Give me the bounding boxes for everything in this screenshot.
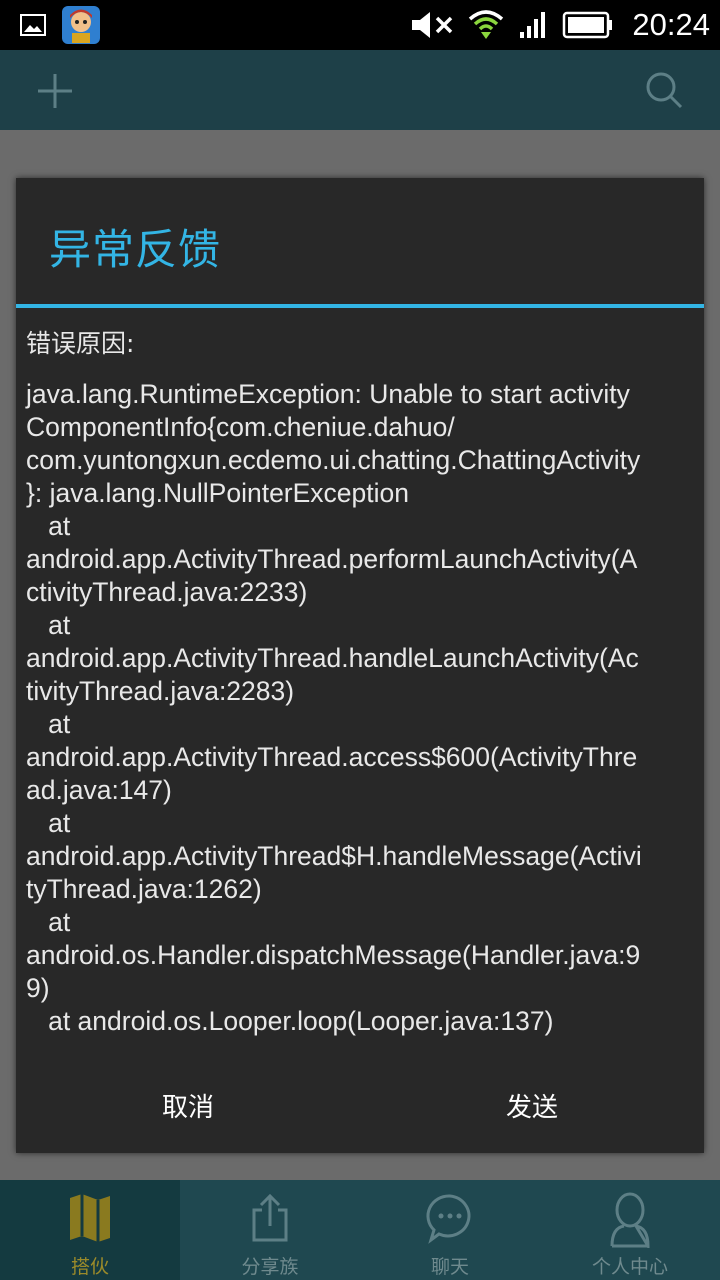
nav-item-dahuo[interactable]: 搭伙 [0,1180,180,1280]
error-line: android.os.Handler.dispatchMessage(Handl… [26,940,641,970]
error-line: java.lang.RuntimeException: Unable to st… [26,379,630,409]
nav-label: 搭伙 [70,1256,109,1278]
error-line: ComponentInfo{com.cheniue.dahuo/ [26,412,455,442]
nav-label: 分享族 [241,1256,299,1278]
error-label: 错误原因: [26,329,135,358]
error-line: android.app.ActivityThread.performLaunch… [26,544,638,574]
error-line: com.yuntongxun.ecdemo.ui.chatting.Chatti… [26,445,641,475]
nav-item-profile[interactable]: 个人中心 [540,1180,720,1280]
app-avatar-icon [62,6,100,44]
add-icon[interactable] [36,72,74,110]
chat-icon [426,1194,471,1244]
nav-label: 个人中心 [591,1256,668,1278]
nav-item-chat[interactable]: 聊天 [360,1180,540,1280]
clock: 20:24 [632,7,710,42]
battery-icon [563,11,613,39]
error-line: android.app.ActivityThread.access$600(Ac… [26,742,638,772]
error-line: ctivityThread.java:2233) [26,577,308,607]
title-divider [16,304,704,308]
mute-icon [412,12,453,38]
map-icon [70,1194,110,1242]
error-line: }: java.lang.NullPointerException [26,478,410,508]
error-line: ad.java:147) [26,775,172,805]
wifi-icon [469,10,504,39]
error-line: 9) [26,973,50,1003]
error-line: at [26,709,71,739]
send-button[interactable]: 发送 [360,1073,704,1137]
signal-icon [520,12,546,38]
error-line: at [26,907,71,937]
bottom-nav: 搭伙 分享族 聊天 个人中心 [0,1180,720,1280]
error-line: at android.os.Looper.loop(Looper.java:13… [26,1006,554,1036]
error-feedback-dialog: 异常反馈 错误原因: java.lang.RuntimeException: U… [16,178,704,1153]
error-line: android.app.ActivityThread$H.handleMessa… [26,841,642,871]
error-line: tivityThread.java:2283) [26,676,295,706]
error-line: at [26,808,71,838]
error-message: java.lang.RuntimeException: Unable to st… [26,378,698,1038]
gallery-icon [20,14,46,36]
nav-item-share[interactable]: 分享族 [180,1180,360,1280]
dialog-title: 异常反馈 [49,225,222,274]
error-line: tyThread.java:1262) [26,874,262,904]
error-line: at [26,610,71,640]
error-line: at [26,511,71,541]
cancel-button[interactable]: 取消 [16,1073,360,1137]
status-bar: 20:24 [0,0,720,50]
person-icon [610,1192,650,1248]
search-icon[interactable] [644,70,684,110]
share-icon [252,1193,288,1242]
error-line: android.app.ActivityThread.handleLaunchA… [26,643,639,673]
nav-label: 聊天 [430,1256,469,1278]
action-bar [0,50,720,130]
